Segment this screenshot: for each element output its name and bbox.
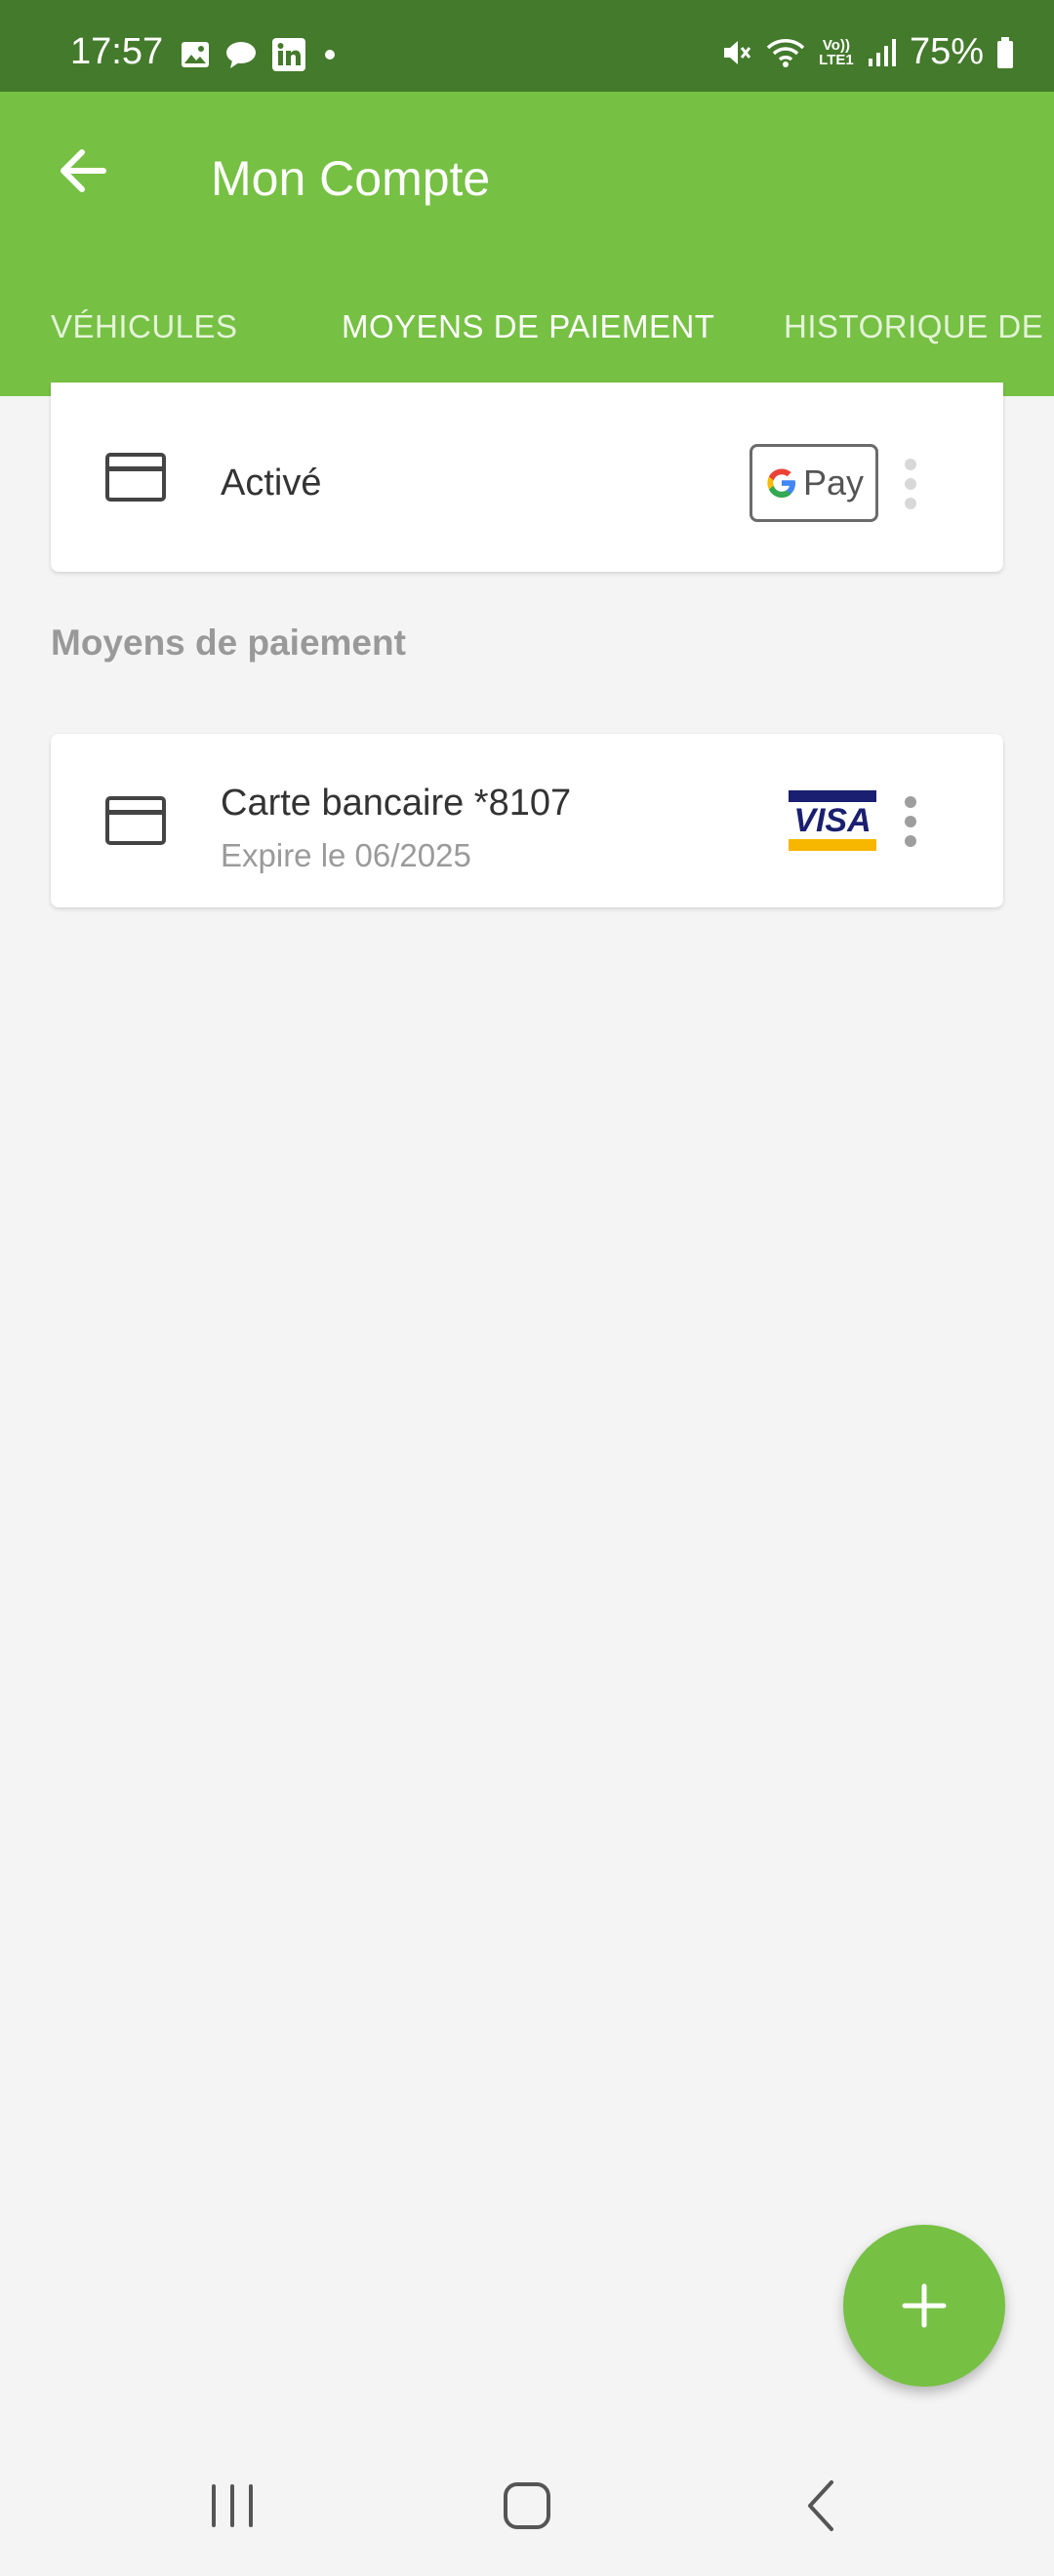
arrow-left-icon[interactable] — [49, 137, 117, 205]
recents-icon — [212, 2484, 253, 2527]
battery-icon — [997, 36, 1013, 68]
page-title: Mon Compte — [211, 151, 491, 206]
credit-card-icon — [105, 453, 166, 502]
tab-vehicules[interactable]: VÉHICULES — [51, 308, 238, 345]
wifi-icon — [766, 38, 805, 67]
linkedin-icon — [272, 38, 305, 71]
signal-icon — [868, 38, 896, 66]
tab-bar: VÉHICULES MOYENS DE PAIEMENT HISTORIQUE … — [0, 283, 1054, 396]
battery-percent: 75% — [909, 31, 984, 72]
visa-brand-text: VISA — [793, 802, 871, 839]
plus-icon — [902, 2283, 947, 2328]
gallery-icon — [182, 42, 209, 67]
back-button[interactable] — [783, 2471, 861, 2541]
mute-icon — [723, 40, 751, 64]
add-payment-button[interactable] — [843, 2225, 1005, 2387]
status-right: Vo)) LTE1 75% — [720, 31, 1015, 73]
google-g-icon — [767, 468, 795, 498]
status-bar: 17:57 Vo)) LTE1 75% — [0, 0, 1054, 92]
section-title: Moyens de paiement — [51, 623, 406, 663]
notification-icons — [180, 37, 340, 72]
visa-logo-icon: VISA — [789, 790, 876, 851]
tab-historique[interactable]: HISTORIQUE DE S — [784, 308, 1054, 345]
gpay-badge: Pay — [750, 444, 878, 522]
gpay-more-icon[interactable] — [891, 455, 930, 513]
gpay-card[interactable]: Activé Pay — [51, 382, 1003, 572]
recents-button[interactable] — [193, 2471, 271, 2541]
card-expiry: Expire le 06/2025 — [221, 837, 471, 873]
system-nav-bar — [0, 2435, 1054, 2576]
gpay-status: Activé — [221, 463, 322, 503]
tab-moyens-de-paiement[interactable]: MOYENS DE PAIEMENT — [342, 308, 714, 345]
home-button[interactable] — [488, 2471, 566, 2541]
gpay-pay-text: Pay — [802, 463, 865, 503]
network-label: Vo)) LTE1 — [819, 36, 854, 68]
chat-icon — [226, 42, 256, 68]
status-time: 17:57 — [70, 31, 164, 72]
card-title: Carte bancaire *8107 — [221, 783, 572, 824]
payment-card-item[interactable]: Carte bancaire *8107 Expire le 06/2025 V… — [51, 734, 1003, 907]
credit-card-icon — [105, 796, 166, 845]
home-icon — [504, 2482, 550, 2529]
back-icon — [808, 2480, 833, 2531]
card-more-icon[interactable] — [891, 792, 930, 851]
dot-icon — [325, 50, 335, 60]
